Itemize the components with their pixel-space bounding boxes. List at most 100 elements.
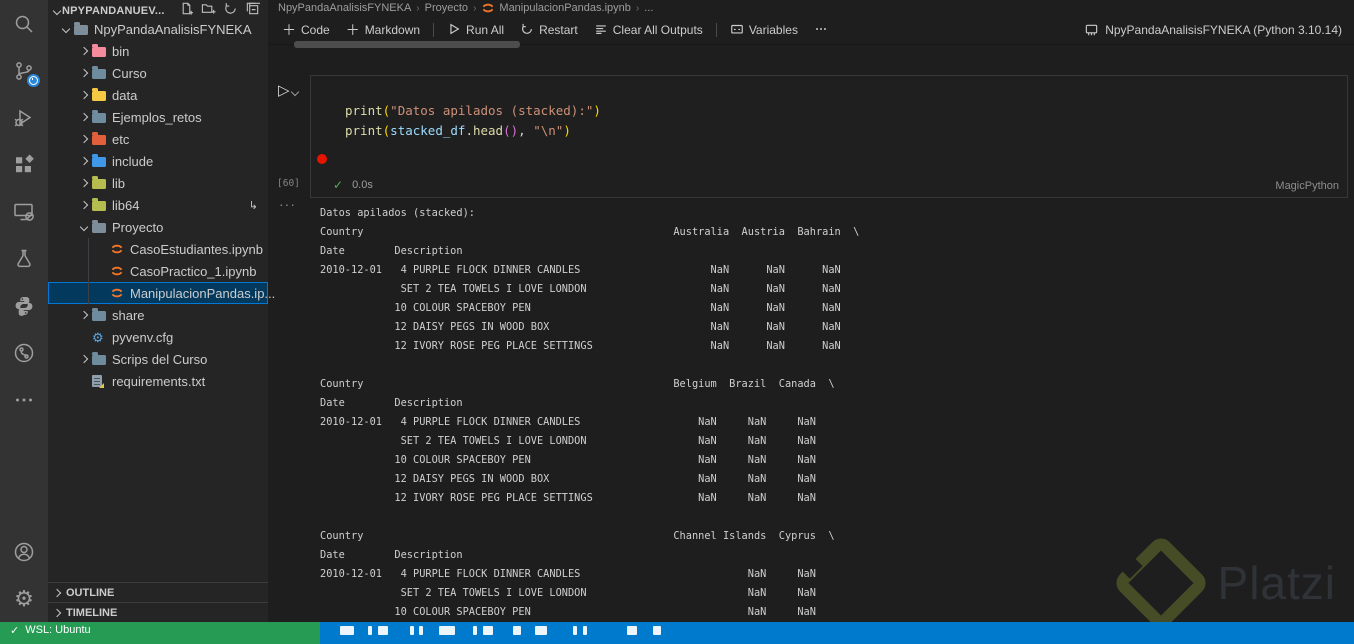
folder-icon [92,88,112,101]
tree-item-casoestudiantes-ipynb[interactable]: CasoEstudiantes.ipynb [48,238,268,260]
toolbar-button-label: Clear All Outputs [612,23,703,37]
extensions-icon[interactable] [0,141,48,188]
cell-output-text: Datos apilados (stacked): Country Austra… [320,207,860,618]
variables-button[interactable]: Variables [722,19,806,42]
chevron-right-icon [76,310,92,320]
more-actions-button[interactable] [806,19,836,42]
tree-item-etc[interactable]: etc [48,128,268,150]
tree-item-include[interactable]: include [48,150,268,172]
tree-item-label: NpyPandaAnalisisFYNEKA [94,21,252,37]
tree-item-lib[interactable]: lib [48,172,268,194]
kernel-picker[interactable]: NpyPandaAnalisisFYNEKA (Python 3.10.14) [1084,23,1354,38]
breadcrumb-item[interactable]: NpyPandaAnalisisFYNEKA [278,2,411,14]
language-mode-indicator[interactable]: MagicPython [1275,180,1339,192]
breadcrumb-separator: › [635,2,640,14]
status-bar-item-glyph [627,626,637,635]
tree-item-label: Ejemplos_retos [112,109,202,125]
status-bar-item-glyph [583,626,587,635]
source-control-icon[interactable] [0,47,48,94]
breadcrumb-separator: › [473,2,477,14]
tree-item-data[interactable]: data [48,84,268,106]
tree-item-label: CasoEstudiantes.ipynb [130,241,263,257]
tree-item-label: pyvenv.cfg [112,329,174,345]
tree-item-curso[interactable]: Curso [48,62,268,84]
code-button[interactable]: ＋ Code [274,20,338,41]
testing-icon[interactable] [0,235,48,282]
tree-item-ejemplos-retos[interactable]: Ejemplos_retos [48,106,268,128]
horizontal-scrollbar-thumb[interactable] [294,41,520,48]
chevron-down-icon [52,6,62,16]
run-and-debug-icon[interactable] [0,94,48,141]
chevron-right-icon [52,588,62,598]
search-icon[interactable] [0,0,48,47]
python-icon[interactable] [0,282,48,329]
gear-icon: ⚙ [92,329,104,345]
tree-item-manipulacionpandas-ip-[interactable]: ManipulacionPandas.ip... [48,282,275,304]
remote-explorer-icon[interactable] [0,188,48,235]
run-all-button[interactable]: Run All [439,19,512,42]
timeline-panel-header[interactable]: TIMELINE [48,602,268,623]
tree-item-scrips-del-curso[interactable]: Scrips del Curso [48,348,268,370]
tree-item-label: Scrips del Curso [112,351,208,367]
remote-indicator[interactable]: ✓ WSL: Ubuntu [0,622,320,644]
tree-item-label: CasoPractico_1.ipynb [130,263,257,279]
kernel-label: NpyPandaAnalisisFYNEKA (Python 3.10.14) [1105,23,1342,37]
status-bar-item-glyph [513,626,521,635]
chevron-right-icon [76,178,92,188]
chevron-right-icon [76,68,92,78]
folder-icon [92,220,112,233]
pending-changes-badge [27,74,40,87]
remote-label: WSL: Ubuntu [25,624,91,636]
play-icon: ▷ [278,82,290,99]
chevron-right-icon [76,354,92,364]
tree-item-share[interactable]: share [48,304,268,326]
chevron-down-icon [290,87,299,97]
breadcrumb-item[interactable]: ... [644,2,653,14]
status-bar-items[interactable] [320,622,1354,644]
tree-item-lib64[interactable]: lib64 ↳ [48,194,268,216]
tree-item-bin[interactable]: bin [48,40,268,62]
cell-code-editor[interactable]: print("Datos apilados (stacked):") print… [345,101,601,141]
tree-item-pyvenv-cfg[interactable]: ⚙ pyvenv.cfg [48,326,268,348]
chevron-right-icon [76,156,92,166]
timeline-panel-label: TIMELINE [66,607,118,619]
chevron-right-icon [76,90,92,100]
tree-indent-guide [88,238,89,304]
toolbar-button-label: Variables [748,23,798,37]
output-collapse-icon[interactable]: ··· [279,196,296,212]
tree-item-casopractico-1-ipynb[interactable]: CasoPractico_1.ipynb [48,260,268,282]
status-bar-item-glyph [378,626,388,635]
code-cell[interactable]: print("Datos apilados (stacked):") print… [310,75,1348,198]
tree-item-npypandaanalisisfyneka[interactable]: NpyPandaAnalisisFYNEKA [48,18,268,40]
tree-item-proyecto[interactable]: Proyecto [48,216,268,238]
run-cell-button[interactable]: ▷ [278,82,299,99]
folder-icon [92,308,112,321]
account-icon[interactable] [0,528,48,575]
breadcrumb-item[interactable]: ManipulacionPandas.ipynb [481,1,631,15]
breakpoint-dot[interactable] [317,154,327,164]
tree-item-requirements-txt[interactable]: requirements.txt [48,370,268,392]
restart-button[interactable]: Restart [512,19,586,42]
chevron-right-icon [52,608,62,618]
breadcrumb-label: Proyecto [424,2,469,14]
markdown-button[interactable]: ＋ Markdown [338,20,428,41]
folder-icon [92,44,112,57]
jupyter-notebook-icon [110,286,130,300]
status-bar-item-glyph [419,626,423,635]
explorer-section-header[interactable]: NPYPANDANUEV... [48,0,268,20]
status-bar-item-glyph [410,626,414,635]
outline-panel-header[interactable]: OUTLINE [48,582,268,603]
status-bar-item-glyph [340,626,354,635]
settings-icon[interactable]: ⚙ [0,575,48,622]
chevron-right-icon [76,200,92,210]
tree-item-label: ManipulacionPandas.ip... [130,285,276,301]
more-views-icon[interactable] [0,376,48,423]
explorer-sidebar: NPYPANDANUEV... NpyPandaAnalisisFYNEKA bi… [48,0,275,623]
clear-all-outputs-button[interactable]: Clear All Outputs [586,19,711,42]
status-bar-item-glyph [368,626,372,635]
text-file-icon [92,375,112,387]
breadcrumb-item[interactable]: Proyecto [425,2,468,14]
tree-item-label: bin [112,43,130,59]
gitlens-icon[interactable] [0,329,48,376]
status-bar-item-glyph [573,626,577,635]
